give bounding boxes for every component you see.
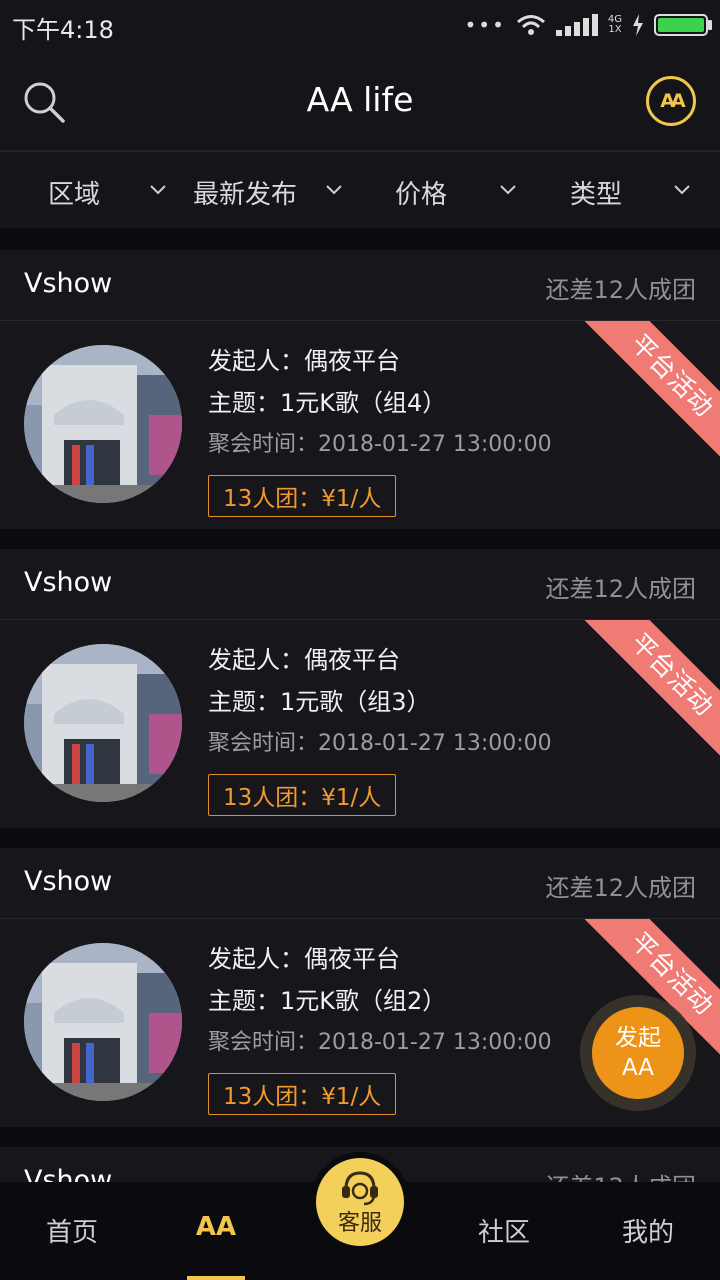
tab-aa[interactable]: AA <box>144 1212 288 1242</box>
chevron-down-icon <box>500 185 516 195</box>
topic-text: 主题：1元歌（组3） <box>208 688 431 716</box>
filter-bar: 区域 最新发布 价格 类型 <box>0 152 720 228</box>
filter-type[interactable]: 类型 <box>540 152 720 228</box>
signal-icon <box>555 14 598 36</box>
platform-activity-ribbon: 平台活动 <box>580 620 720 760</box>
initiator-text: 发起人：偶夜平台 <box>208 945 400 973</box>
event-info: 发起人：偶夜平台 主题：1元K歌（组4） 聚会时间：2018-01-27 13:… <box>208 343 552 517</box>
topic-text: 主题：1元K歌（组4） <box>208 389 447 417</box>
customer-service-label: 客服 <box>337 1211 382 1236</box>
start-aa-button-inner: 发起 AA <box>592 1007 684 1099</box>
chevron-down-icon <box>150 185 166 195</box>
page-title: AA life <box>306 80 414 119</box>
card-header: Vshow 还差12人成团 <box>0 848 720 919</box>
venue-name: Vshow <box>24 866 113 897</box>
card-body: 发起人：偶夜平台 主题：1元歌（组3） 聚会时间：2018-01-27 13:0… <box>0 620 720 828</box>
card-header: Vshow 还差12人成团 <box>0 250 720 321</box>
filter-label: 区域 <box>48 180 101 210</box>
group-status: 还差12人成团 <box>545 874 696 902</box>
aa-logo-icon[interactable]: AA <box>646 76 696 126</box>
chevron-down-icon <box>326 185 342 195</box>
filter-latest[interactable]: 最新发布 <box>180 152 360 228</box>
price-tag: 13人团：¥1/人 <box>208 1073 397 1115</box>
tab-community[interactable]: 社区 <box>432 1212 576 1249</box>
filter-label: 类型 <box>570 180 623 210</box>
venue-name: Vshow <box>24 268 113 299</box>
venue-photo <box>24 943 182 1101</box>
header: AA life AA <box>0 52 720 152</box>
group-status: 还差12人成团 <box>545 276 696 304</box>
network-label: 4G 1X <box>607 14 622 35</box>
card-body: 发起人：偶夜平台 主题：1元K歌（组4） 聚会时间：2018-01-27 13:… <box>0 321 720 529</box>
event-time-text: 聚会时间：2018-01-27 13:00:00 <box>208 731 552 756</box>
event-info: 发起人：偶夜平台 主题：1元K歌（组2） 聚会时间：2018-01-27 13:… <box>208 941 552 1115</box>
fab-label-line2: AA <box>621 1055 655 1081</box>
tab-home[interactable]: 首页 <box>0 1212 144 1249</box>
event-card[interactable]: Vshow 还差12人成团 发起人：偶夜平台 <box>0 549 720 828</box>
status-icons: ••• 4G 1X <box>464 10 712 40</box>
card-header: Vshow 还差12人成团 <box>0 549 720 620</box>
filter-label: 最新发布 <box>193 180 298 210</box>
venue-photo <box>24 345 182 503</box>
group-status: 还差12人成团 <box>545 575 696 603</box>
initiator-text: 发起人：偶夜平台 <box>208 646 400 674</box>
status-time: 下午4:18 <box>12 16 114 44</box>
start-aa-button[interactable]: 发起 AA <box>580 995 696 1111</box>
battery-icon <box>654 14 712 36</box>
chevron-down-icon <box>674 185 690 195</box>
tab-customer-service[interactable]: 客服 <box>316 1158 404 1246</box>
venue-name: Vshow <box>24 567 113 598</box>
filter-label: 价格 <box>395 180 448 210</box>
more-dots-icon: ••• <box>464 13 506 37</box>
tab-mine[interactable]: 我的 <box>576 1212 720 1249</box>
wifi-icon <box>516 15 545 35</box>
topic-text: 主题：1元K歌（组2） <box>208 987 447 1015</box>
charging-icon <box>633 14 643 36</box>
event-time-text: 聚会时间：2018-01-27 13:00:00 <box>208 1030 552 1055</box>
fab-label-line1: 发起 <box>615 1025 661 1051</box>
platform-activity-ribbon: 平台活动 <box>580 321 720 461</box>
active-tab-indicator <box>187 1276 245 1280</box>
ribbon-label: 平台活动 <box>580 620 720 760</box>
status-bar: 下午4:18 ••• 4G 1X <box>0 0 720 52</box>
price-tag: 13人团：¥1/人 <box>208 774 397 816</box>
venue-photo <box>24 644 182 802</box>
event-info: 发起人：偶夜平台 主题：1元歌（组3） 聚会时间：2018-01-27 13:0… <box>208 642 552 816</box>
filter-region[interactable]: 区域 <box>0 152 180 228</box>
ribbon-label: 平台活动 <box>580 321 720 461</box>
event-card[interactable]: Vshow 还差12人成团 发起人：偶夜平台 <box>0 250 720 529</box>
filter-price[interactable]: 价格 <box>360 152 540 228</box>
initiator-text: 发起人：偶夜平台 <box>208 347 400 375</box>
event-time-text: 聚会时间：2018-01-27 13:00:00 <box>208 432 552 457</box>
headset-icon <box>342 1171 378 1206</box>
price-tag: 13人团：¥1/人 <box>208 475 397 517</box>
battery-fill <box>658 18 704 32</box>
